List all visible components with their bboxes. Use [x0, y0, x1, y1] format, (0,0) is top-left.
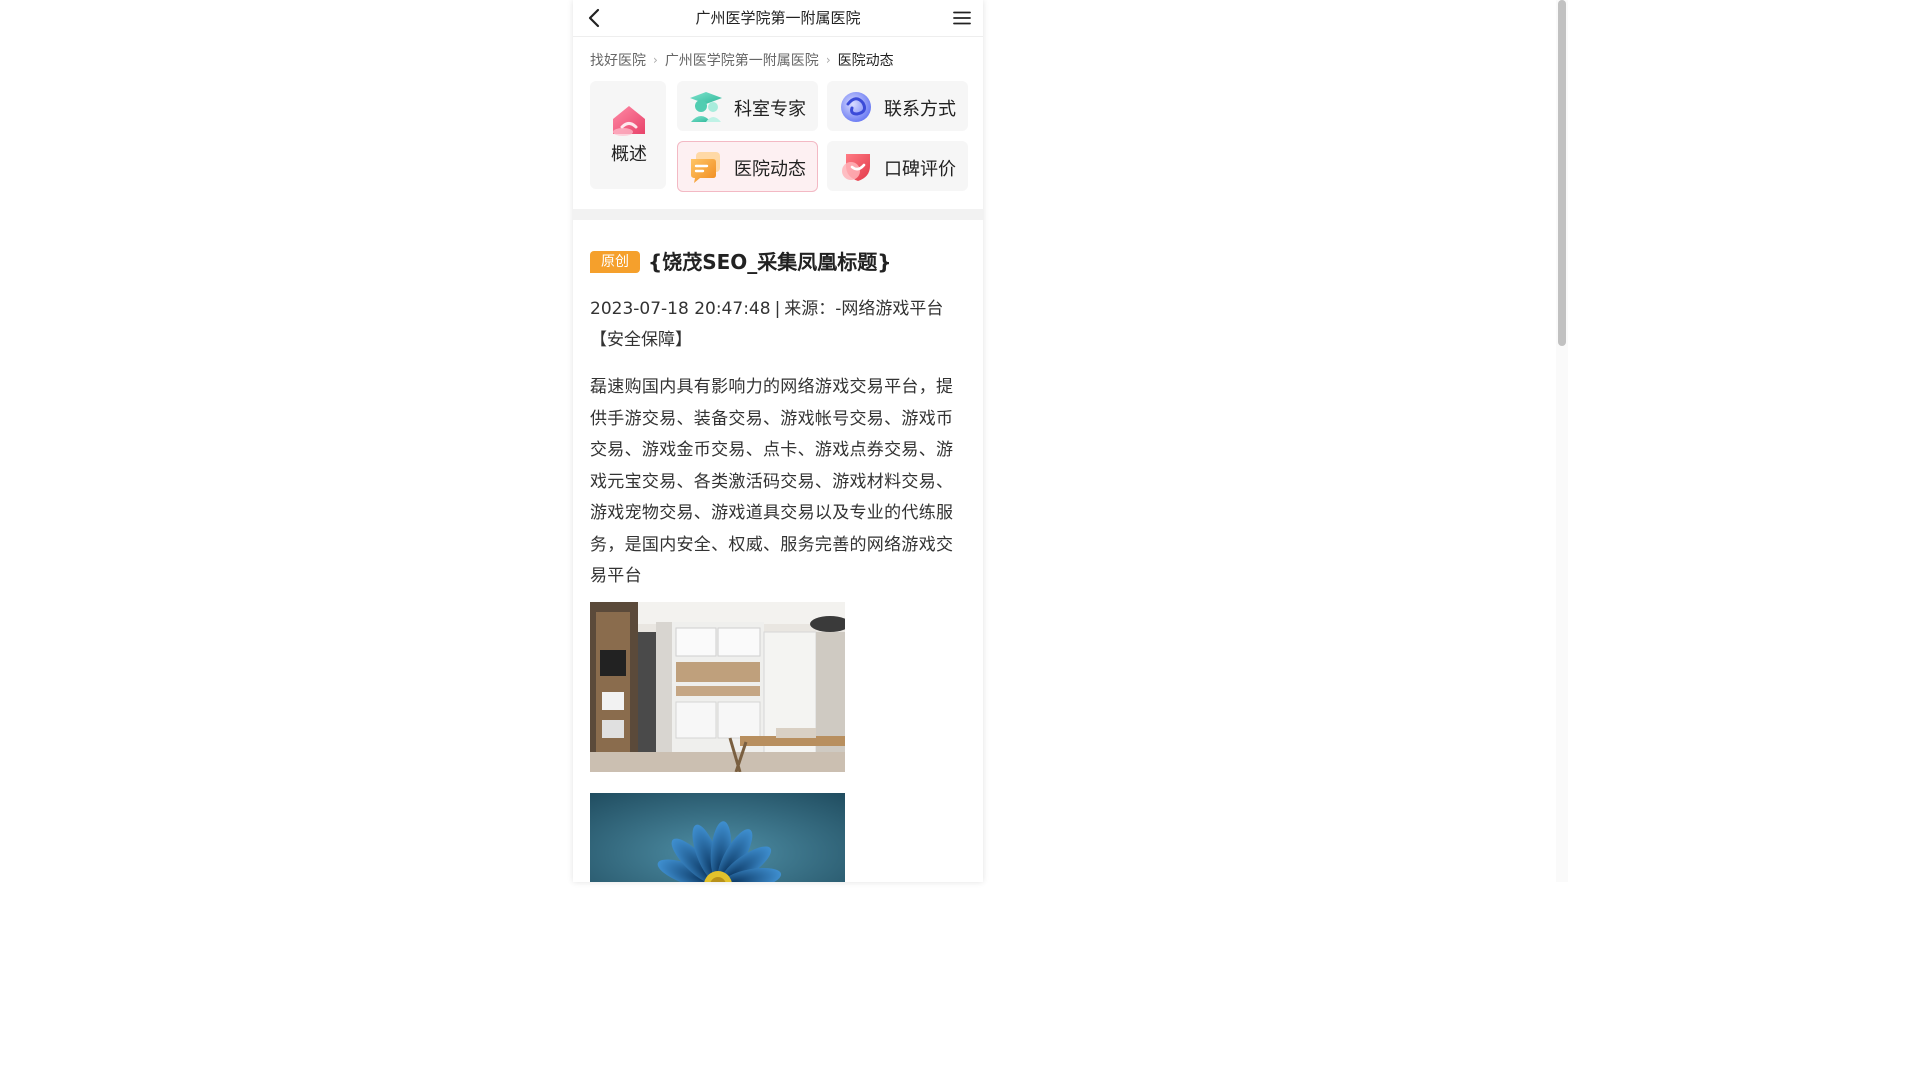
article-meta: 2023-07-18 20:47:48 | 来源：-网络游戏平台【安全保障】 [590, 294, 966, 356]
article-datetime: 2023-07-18 20:47:48 [590, 299, 771, 319]
hamburger-menu-icon[interactable] [950, 6, 974, 30]
original-badge: 原创 [590, 251, 640, 273]
nav-tile-overview[interactable]: 概述 [590, 81, 666, 189]
page-scrollbar-thumb[interactable] [1558, 0, 1566, 346]
nav-tile-label: 科室专家 [734, 99, 806, 120]
page-title: 广州医学院第一附属医院 [695, 9, 861, 27]
home-icon [613, 106, 645, 136]
heart-shield-icon [842, 154, 870, 181]
breadcrumb: 找好医院 › 广州医学院第一附属医院 › 医院动态 [590, 50, 894, 70]
mobile-page: 广州医学院第一附属医院 找好医院 › 广州医学院第一附属医院 › 医院动态 概述 [573, 0, 983, 882]
nav-tile-label: 概述 [611, 144, 647, 165]
article-title: {饶茂SEO_采集凤凰标题} [648, 250, 892, 274]
nav-tile-label: 联系方式 [884, 99, 956, 120]
breadcrumb-item-current: 医院动态 [837, 53, 894, 69]
blue-flower-photo [590, 793, 845, 882]
chevron-right-icon: › [653, 53, 658, 67]
breadcrumb-item-hospital[interactable]: 广州医学院第一附属医院 [665, 53, 819, 69]
nav-tile-departments-experts[interactable]: 科室专家 [677, 81, 818, 131]
doctor-group-icon [690, 92, 722, 122]
hospital-nav-grid: 概述 科室专家 联系方式 医院动态 口碑评价 [573, 80, 983, 192]
nav-tile-label: 医院动态 [734, 159, 806, 180]
chat-bubble-icon [691, 152, 720, 183]
kitchen-interior-photo [590, 602, 845, 772]
meta-separator: | [774, 299, 781, 319]
nav-tile-label: 口碑评价 [884, 159, 956, 180]
nav-tile-contact[interactable]: 联系方式 [827, 81, 968, 131]
chevron-left-icon[interactable] [583, 6, 607, 30]
nav-tile-hospital-news[interactable]: 医院动态 [677, 141, 818, 192]
section-divider [573, 209, 983, 220]
top-navigation-bar: 广州医学院第一附属医院 [573, 0, 983, 37]
chevron-right-icon: › [825, 53, 831, 67]
nav-tile-reviews[interactable]: 口碑评价 [827, 141, 968, 191]
contact-swirl-icon [841, 92, 871, 122]
article-headline: 原创 {饶茂SEO_采集凤凰标题} [590, 246, 966, 276]
article-body: 磊速购国内具有影响力的网络游戏交易平台，提供手游交易、装备交易、游戏帐号交易、游… [590, 377, 954, 586]
breadcrumb-item-find-hospital[interactable]: 找好医院 [590, 53, 646, 69]
